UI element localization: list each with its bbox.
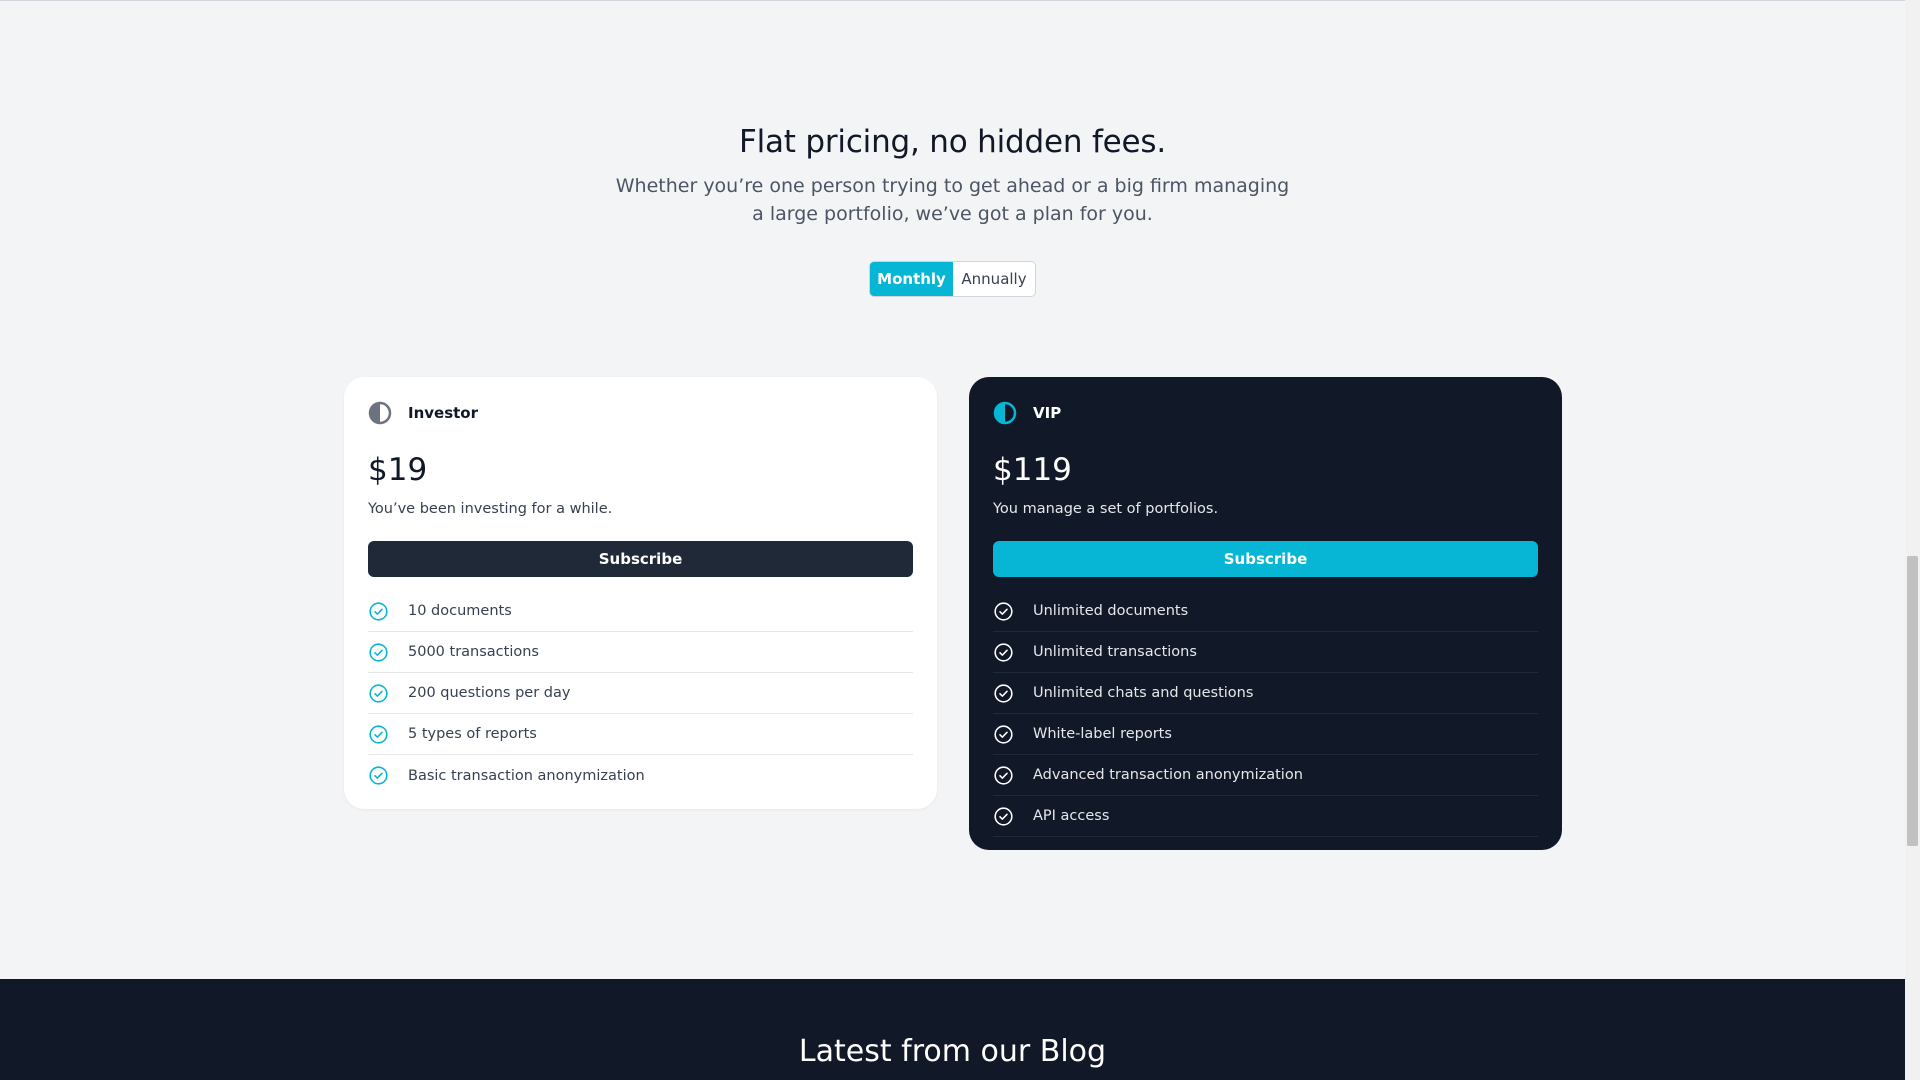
feature-item: White-label reports [993,714,1538,755]
check-circle-icon [369,724,388,744]
feature-item: Basic transaction anonymization [368,755,913,796]
toggle-annually[interactable]: Annually [953,262,1035,296]
scrollbar-thumb[interactable] [1907,556,1918,846]
check-circle-icon [369,642,388,662]
subscribe-button-investor[interactable]: Subscribe [368,541,913,577]
subscribe-button-vip[interactable]: Subscribe [993,541,1538,577]
plan-price: $19 [368,452,428,488]
feature-text: 10 documents [408,603,512,619]
plan-header: Investor [368,400,913,426]
pricing-subtitle: Whether you’re one person trying to get … [615,175,1290,225]
check-circle-icon [994,642,1013,662]
feature-item: API access [993,796,1538,837]
feature-item: Unlimited chats and questions [993,673,1538,714]
toggle-monthly[interactable]: Monthly [870,262,953,296]
pricing-section: Flat pricing, no hidden fees. Whether yo… [0,0,1905,979]
check-circle-icon [994,683,1013,703]
plan-header: VIP [993,400,1538,426]
feature-item: Unlimited documents [993,591,1538,632]
plan-description: You manage a set of portfolios. [993,501,1219,517]
feature-list: 10 documents 5000 transactions 200 quest… [368,591,913,796]
feature-item: 10 documents [368,591,913,632]
plan-card-vip: VIP $119 You manage a set of portfolios.… [969,377,1562,850]
half-circle-icon [993,401,1017,425]
feature-text: Basic transaction anonymization [408,767,645,784]
check-circle-icon [994,724,1013,744]
blog-title: Latest from our Blog [798,1034,1107,1069]
blog-section: Latest from our Blog [0,979,1905,1080]
check-circle-icon [369,766,388,785]
feature-item: 200 questions per day [368,673,913,714]
feature-item: Advanced transaction anonymization [993,755,1538,796]
feature-text: Unlimited documents [1033,603,1189,619]
feature-text: 200 questions per day [408,685,571,701]
plan-name: Investor [408,404,479,422]
check-circle-icon [994,601,1013,621]
page-scrollbar[interactable] [1905,0,1920,1080]
check-circle-icon [369,683,388,703]
feature-text: White-label reports [1033,726,1172,742]
feature-list: Unlimited documents Unlimited transactio… [993,591,1538,837]
check-circle-icon [369,601,388,621]
plan-name: VIP [1033,404,1062,422]
pricing-title: Flat pricing, no hidden fees. [738,124,1167,160]
feature-text: API access [1033,808,1110,824]
check-circle-icon [994,806,1013,826]
check-circle-icon [994,765,1013,785]
feature-text: 5 types of reports [408,726,537,742]
billing-period-toggle: Monthly Annually [869,261,1036,297]
plan-price: $119 [993,452,1072,488]
feature-text: Unlimited chats and questions [1033,685,1254,701]
plan-description: You’ve been investing for a while. [368,501,613,517]
feature-text: Advanced transaction anonymization [1033,767,1303,783]
half-circle-icon [368,401,392,425]
feature-text: 5000 transactions [408,644,539,660]
feature-item: 5 types of reports [368,714,913,755]
feature-item: Unlimited transactions [993,632,1538,673]
plan-card-investor: Investor $19 You’ve been investing for a… [344,377,937,809]
feature-text: Unlimited transactions [1033,644,1197,660]
feature-item: 5000 transactions [368,632,913,673]
